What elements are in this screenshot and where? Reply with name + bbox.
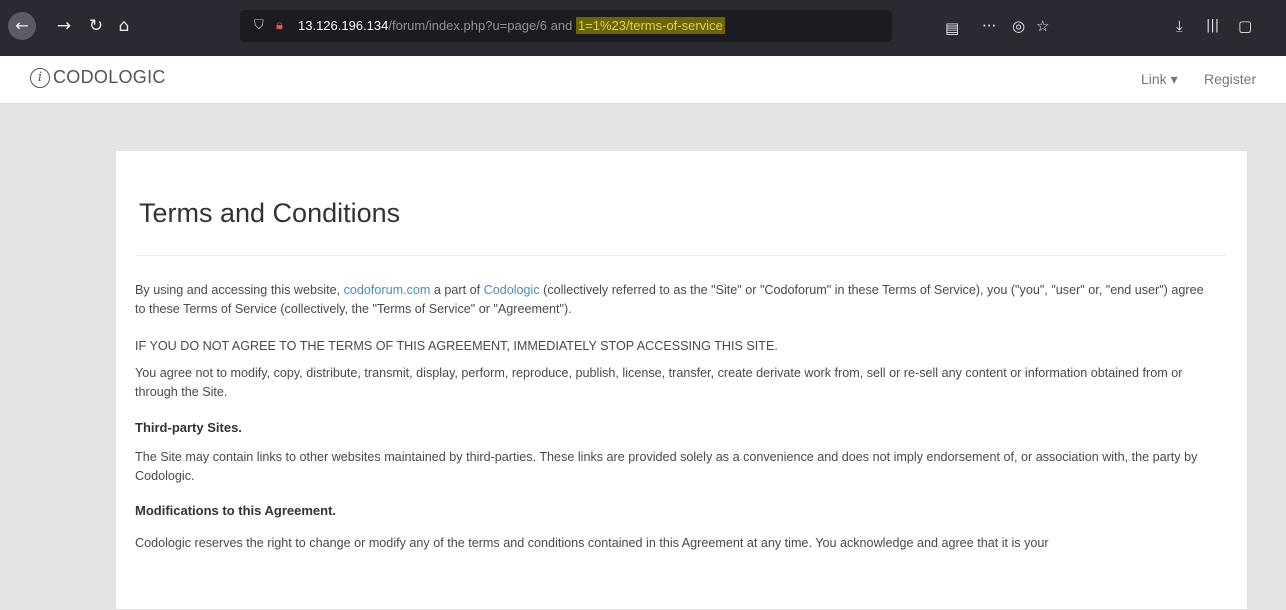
pocket-icon[interactable]: ◎: [1012, 14, 1025, 38]
reload-icon[interactable]: ↻: [84, 14, 108, 38]
terms-card: Terms and Conditions By using and access…: [115, 150, 1248, 610]
url-path: /forum/index.php?u=page/6 and: [388, 18, 576, 33]
title-divider: [136, 255, 1226, 256]
heading-modifications: Modifications to this Agreement.: [135, 503, 337, 518]
logo-icon: i: [30, 67, 50, 88]
url-host: 13.126.196.134: [298, 18, 389, 33]
home-icon[interactable]: ⌂: [112, 14, 136, 38]
insecure-lock-icon[interactable]: 🔒︎: [276, 17, 294, 35]
codologic-link[interactable]: Codologic: [484, 283, 540, 297]
url-text[interactable]: 13.126.196.134/forum/index.php?u=page/6 …: [298, 17, 725, 34]
intro-text-b: a part of: [430, 283, 484, 297]
codoforum-link[interactable]: codoforum.com: [344, 283, 431, 297]
address-bar[interactable]: ⛉ 🔒︎ 13.126.196.134/forum/index.php?u=pa…: [240, 10, 959, 42]
more-actions-icon[interactable]: ···: [982, 14, 996, 38]
download-icon[interactable]: ⤓: [1176, 14, 1183, 38]
paragraph-third-party: The Site may contain links to other webs…: [135, 450, 1198, 483]
site-navbar: i CODOLOGIC Link ▾ Register: [0, 56, 1286, 104]
sidebar-icon[interactable]: ▢: [1238, 14, 1252, 38]
paragraph-modifications: Codologic reserves the right to change o…: [135, 536, 1049, 550]
logo-text: CODOLOGIC: [53, 67, 166, 87]
nav-register-link[interactable]: Register: [1204, 71, 1256, 87]
nav-link-dropdown[interactable]: Link ▾: [1141, 71, 1178, 88]
heading-third-party: Third-party Sites.: [135, 420, 242, 435]
page-title: Terms and Conditions: [139, 198, 401, 228]
reader-view-icon[interactable]: ▤: [945, 16, 959, 40]
paragraph-intro: By using and accessing this website, cod…: [135, 281, 1205, 319]
bookmark-star-icon[interactable]: ☆: [1036, 14, 1049, 38]
intro-text-a: By using and accessing this website,: [135, 283, 344, 297]
url-highlight: 1=1%23/terms-of-service: [575, 17, 725, 34]
browser-toolbar: ← → ↻ ⌂ ⛉ 🔒︎ 13.126.196.134/forum/index.…: [0, 0, 1286, 56]
shield-icon[interactable]: ⛉: [254, 17, 272, 35]
library-icon[interactable]: |||: [1206, 14, 1219, 38]
site-logo[interactable]: i CODOLOGIC: [30, 67, 166, 88]
paragraph-warning: IF YOU DO NOT AGREE TO THE TERMS OF THIS…: [135, 339, 778, 353]
paragraph-usage: You agree not to modify, copy, distribut…: [135, 366, 1183, 399]
back-icon[interactable]: ←: [8, 12, 36, 40]
forward-icon[interactable]: →: [52, 14, 76, 38]
